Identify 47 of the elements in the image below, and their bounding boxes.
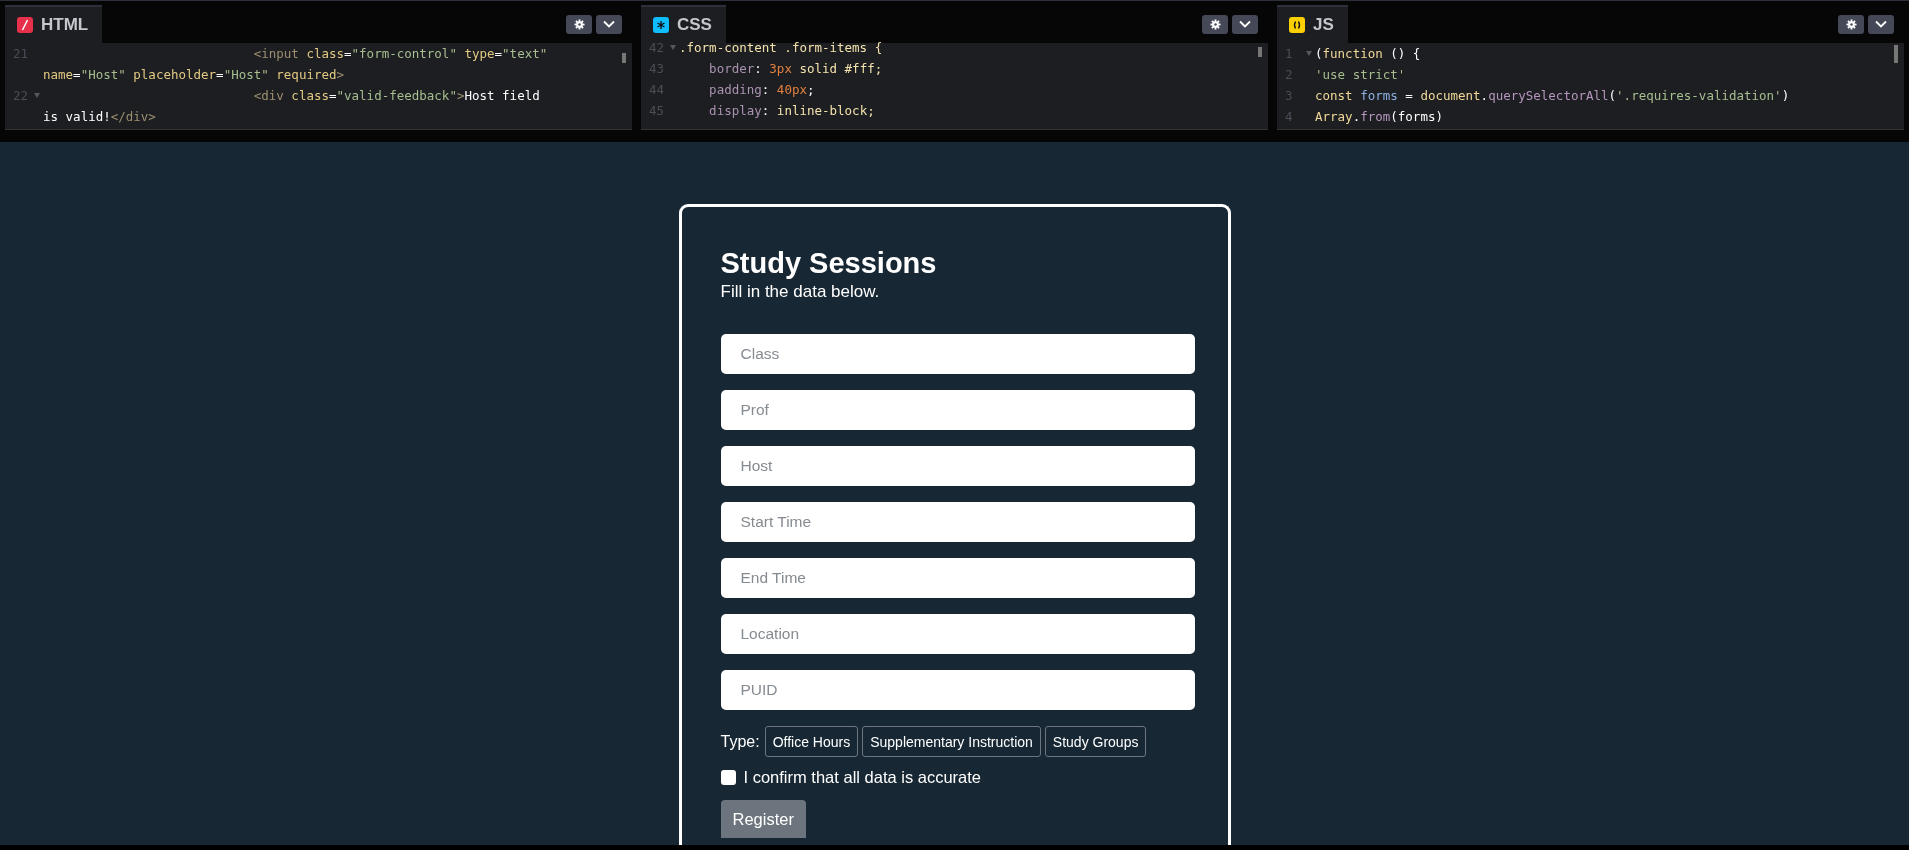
chevron-down-icon bbox=[1239, 20, 1251, 28]
collapse-button[interactable] bbox=[1232, 14, 1258, 34]
input-field[interactable]: Host bbox=[720, 446, 1195, 486]
code-line: (function () { bbox=[1315, 45, 1421, 63]
type-option-button[interactable]: Study Groups bbox=[1044, 726, 1147, 757]
code-line: const forms = document.querySelectorAll('.requires-validation') bbox=[1315, 87, 1790, 105]
checkbox[interactable] bbox=[720, 770, 736, 785]
slash-logo-icon bbox=[17, 17, 33, 33]
form-subtitle: Fill in the data below. bbox=[720, 281, 880, 303]
scrollbar-thumb[interactable] bbox=[1258, 47, 1262, 57]
editor-tab[interactable]: JS bbox=[1277, 5, 1348, 43]
collapse-button[interactable] bbox=[1868, 14, 1894, 34]
code-line: display: inline-block; bbox=[708, 102, 875, 120]
input-field[interactable]: End Time bbox=[720, 558, 1195, 598]
settings-icon bbox=[1209, 18, 1221, 30]
settings-button[interactable] bbox=[1838, 14, 1864, 34]
editor-tab[interactable]: HTML bbox=[5, 5, 103, 43]
code-line: <input class="form-control" type="text" bbox=[252, 45, 548, 63]
type-option-button[interactable]: Office Hours bbox=[764, 726, 859, 757]
code-line: is valid!</div> bbox=[43, 108, 156, 126]
scrollbar-thumb[interactable] bbox=[1894, 45, 1898, 63]
editor-tab[interactable]: CSS bbox=[641, 5, 726, 43]
code-line: border: 3px solid #fff; bbox=[708, 60, 883, 78]
code-line: Array.from(forms) bbox=[1315, 108, 1443, 126]
type-option-button[interactable]: Supplementary Instruction bbox=[862, 726, 1041, 757]
asterisk-logo-icon bbox=[653, 17, 669, 33]
input-field[interactable]: Start Time bbox=[720, 502, 1195, 542]
form-title: Study Sessions bbox=[720, 246, 937, 281]
parentheses-logo-icon bbox=[1289, 17, 1305, 33]
code-line: name="Host" placeholder="Host" required> bbox=[43, 66, 345, 84]
chevron-down-icon bbox=[603, 20, 615, 28]
scrollbar-thumb[interactable] bbox=[622, 53, 626, 63]
settings-button[interactable] bbox=[1202, 14, 1228, 34]
chevron-down-icon bbox=[1875, 20, 1887, 28]
input-field[interactable]: Location bbox=[720, 614, 1195, 654]
input-field[interactable]: Class bbox=[720, 334, 1195, 374]
type-label: Type: bbox=[720, 732, 760, 751]
code-line: <div class="valid-feedback">Host field bbox=[252, 87, 540, 105]
code-line: 'use strict' bbox=[1315, 66, 1406, 84]
settings-icon bbox=[573, 18, 585, 30]
settings-icon bbox=[1845, 18, 1857, 30]
code-line: padding: 40px; bbox=[708, 81, 815, 99]
input-field[interactable]: Prof bbox=[720, 390, 1195, 430]
collapse-button[interactable] bbox=[596, 14, 622, 34]
input-field[interactable]: PUID bbox=[720, 670, 1195, 710]
settings-button[interactable] bbox=[566, 14, 592, 34]
confirm-label: I confirm that all data is accurate bbox=[743, 768, 982, 787]
